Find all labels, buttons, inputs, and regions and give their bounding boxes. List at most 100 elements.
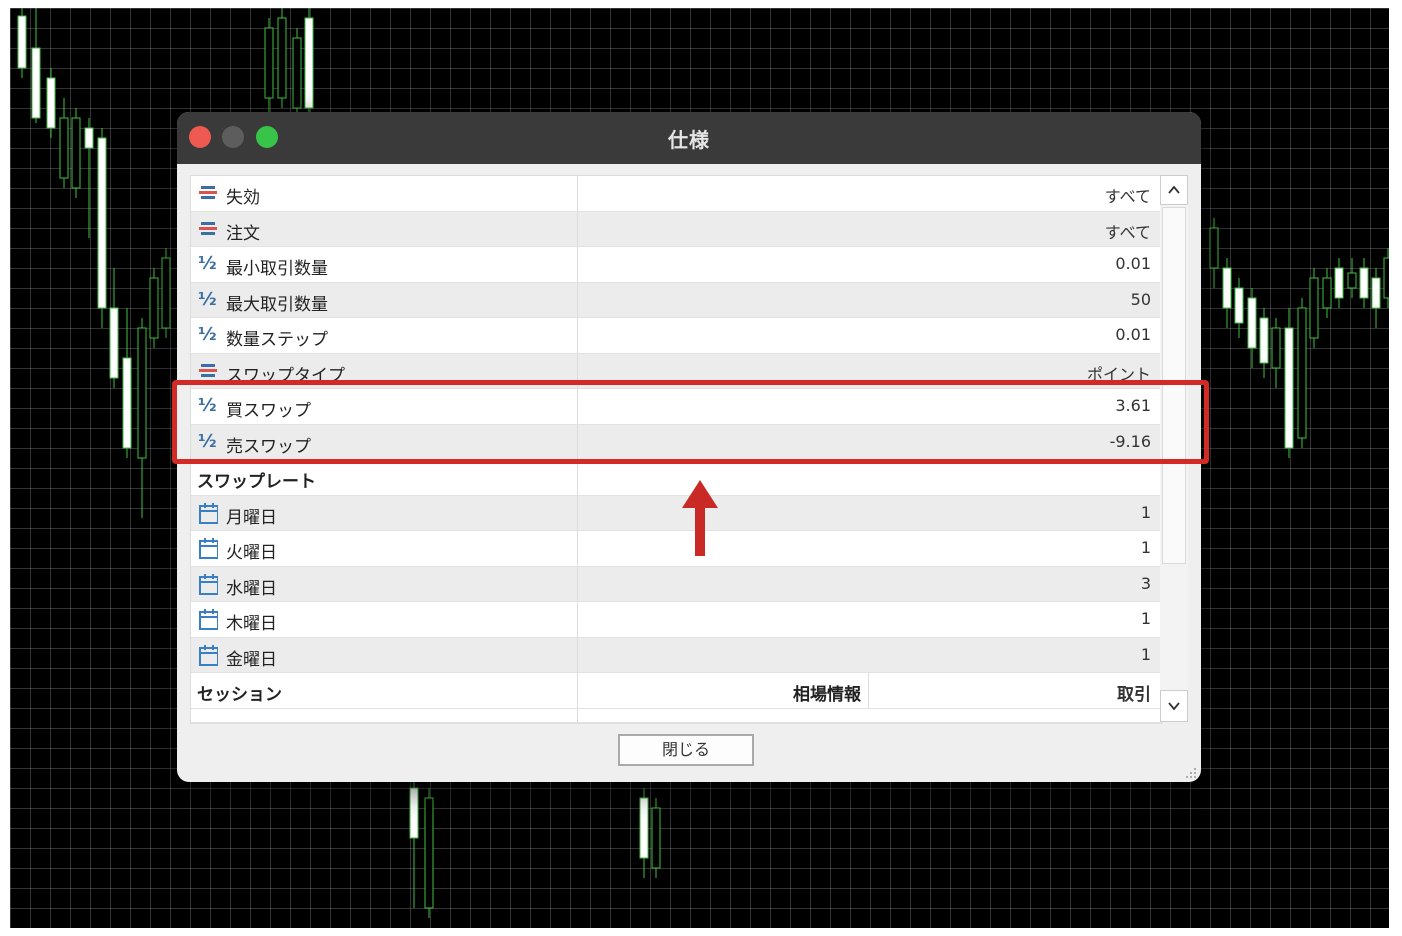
column-divider (577, 637, 578, 672)
candle-body (59, 117, 69, 179)
candle-body (1334, 267, 1344, 299)
one-half-icon: ½ (198, 324, 217, 345)
row-value: 3 (1140, 573, 1151, 593)
candle-body (122, 357, 132, 449)
column-header-trade: 取引 (1117, 685, 1151, 705)
candle-body (46, 77, 56, 129)
column-divider (577, 495, 578, 530)
row-value: 1 (1140, 609, 1151, 628)
row-label: 注文 (226, 223, 260, 244)
candle-body (1359, 267, 1369, 299)
red-up-arrow-icon (682, 480, 718, 556)
candle-body (1284, 327, 1294, 449)
section-title: スワップレート (197, 472, 316, 492)
column-divider (577, 708, 578, 722)
row-value: 0.01 (1115, 254, 1151, 273)
candle-body (1271, 327, 1281, 369)
row-label: 数量ステップ (226, 330, 328, 350)
calendar-icon (199, 538, 218, 559)
resize-grip-icon[interactable] (1185, 766, 1197, 778)
title-bar[interactable]: 仕様 (177, 112, 1201, 164)
calendar-icon (199, 644, 218, 666)
candle-body (1309, 277, 1319, 339)
row-value: すべて (1104, 187, 1151, 206)
column-divider (577, 318, 578, 353)
row-label: 火曜日 (226, 543, 277, 563)
row-label: 水曜日 (226, 578, 277, 599)
candle-body (409, 787, 419, 839)
column-divider (577, 460, 578, 495)
stack-icon (199, 363, 217, 377)
column-divider (577, 531, 578, 566)
candle-body (149, 277, 159, 339)
table-row[interactable]: 木曜日 1 (191, 602, 1161, 638)
column-divider (577, 282, 578, 317)
candle-body (1259, 317, 1269, 364)
column-divider (577, 602, 578, 637)
table-row-partial[interactable] (191, 708, 1161, 723)
row-value: 1 (1140, 538, 1151, 557)
candle-body (651, 807, 661, 869)
calendar-icon (199, 573, 218, 595)
candle-body (639, 797, 649, 859)
candle-body (97, 137, 107, 309)
section-header-swap-rate: スワップレート (191, 460, 1161, 496)
candle-body (84, 127, 94, 149)
table-row[interactable]: ½ 最大取引数量 50 (191, 282, 1161, 318)
chevron-down-icon (1168, 702, 1180, 711)
candle-body (17, 15, 27, 69)
row-value: 1 (1140, 502, 1151, 522)
table-row[interactable]: 月曜日 1 (191, 495, 1161, 531)
table-row[interactable]: 金曜日 1 (191, 637, 1161, 673)
candle-body (1234, 287, 1244, 324)
candle-body (1347, 272, 1357, 289)
candle-body (109, 307, 119, 379)
row-label: 木曜日 (226, 614, 277, 634)
column-divider (577, 176, 578, 211)
candle-body (1383, 257, 1389, 299)
candle-body (71, 117, 81, 189)
table-row[interactable]: 水曜日 3 (191, 566, 1161, 602)
candle-body (31, 47, 41, 119)
scroll-up-button[interactable] (1160, 175, 1188, 205)
column-divider (577, 673, 578, 708)
row-label: 最小取引数量 (226, 259, 328, 279)
table-row[interactable]: 失効 すべて (191, 176, 1161, 212)
chevron-up-icon (1168, 185, 1180, 194)
swap-highlight-box (172, 380, 1209, 464)
column-divider (577, 566, 578, 601)
candle-body (1222, 267, 1232, 309)
candle-body (1322, 277, 1332, 309)
candle-body (277, 17, 287, 99)
table-row[interactable]: ½ 最小取引数量 0.01 (191, 247, 1161, 283)
row-value: 0.01 (1115, 325, 1151, 344)
calendar-icon (199, 609, 218, 630)
candle-body (161, 257, 171, 329)
row-value: すべて (1104, 222, 1151, 242)
table-row[interactable]: 火曜日 1 (191, 531, 1161, 567)
candle-body (292, 37, 302, 109)
section-title: セッション (197, 685, 282, 705)
calendar-icon (199, 502, 218, 524)
candle-body (304, 17, 314, 109)
candle-body (1209, 227, 1219, 269)
candle-body (424, 797, 434, 909)
table-row[interactable]: 注文 すべて (191, 211, 1161, 247)
stack-icon (199, 221, 217, 235)
one-half-icon: ½ (198, 288, 217, 310)
column-divider (868, 673, 869, 708)
section-header-session: セッション 相場情報 取引 (191, 673, 1161, 709)
one-half-icon: ½ (198, 253, 217, 274)
stack-icon (199, 186, 217, 199)
row-value: 1 (1140, 644, 1151, 664)
column-divider (577, 247, 578, 282)
row-label: 金曜日 (226, 649, 277, 670)
dialog-title: 仕様 (668, 128, 710, 152)
row-label: 最大取引数量 (226, 294, 328, 315)
column-header-quotes: 相場情報 (793, 685, 861, 705)
row-label: 失効 (226, 188, 260, 208)
scroll-down-button[interactable] (1160, 690, 1188, 722)
close-button[interactable]: 閉じる (618, 734, 754, 766)
table-row[interactable]: ½ 数量ステップ 0.01 (191, 318, 1161, 354)
candle-body (1297, 307, 1307, 439)
